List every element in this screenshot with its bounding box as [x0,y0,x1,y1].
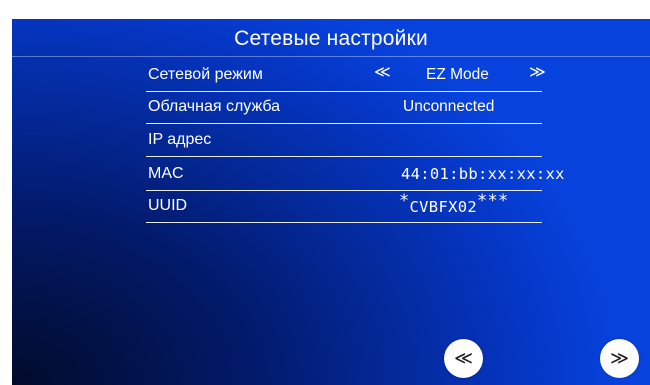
setting-row-mac[interactable]: MAC 44:01:bb:xx:xx:xx [146,159,564,191]
double-left-arrow-icon: ≪ [454,348,473,368]
cloud-service-value: Unconnected [403,98,495,115]
mac-label: MAC [148,165,184,182]
network-mode-value: EZ Mode [426,66,489,83]
uuid-value-group: *CVBFX02*** [399,191,509,217]
device-screen: Сетевые настройки Сетевой режим ≪ EZ Mod… [12,19,650,385]
prev-page-button[interactable]: ≪ [444,339,483,378]
setting-row-uuid[interactable]: UUID *CVBFX02*** [146,191,542,223]
next-page-button[interactable]: ≫ [600,339,639,378]
mac-value: 44:01:bb:xx:xx:xx [401,165,565,183]
mode-prev-icon[interactable]: ≪ [374,64,391,82]
uuid-value: CVBFX02 [409,198,477,216]
uuid-suffix: *** [476,191,509,211]
setting-row-ip-address[interactable]: IP адрес [146,125,542,157]
ip-address-label: IP адрес [148,131,212,148]
setting-row-network-mode[interactable]: Сетевой режим ≪ EZ Mode ≫ [146,60,546,92]
page-title: Сетевые настройки [234,27,428,50]
setting-row-cloud-service[interactable]: Облачная служба Unconnected [146,92,542,124]
mode-next-icon[interactable]: ≫ [529,64,546,82]
uuid-prefix: * [399,191,410,211]
cloud-service-label: Облачная служба [148,98,281,115]
uuid-label: UUID [148,197,188,214]
network-mode-label: Сетевой режим [148,66,263,83]
double-right-arrow-icon: ≫ [610,348,629,368]
title-divider [12,56,650,57]
